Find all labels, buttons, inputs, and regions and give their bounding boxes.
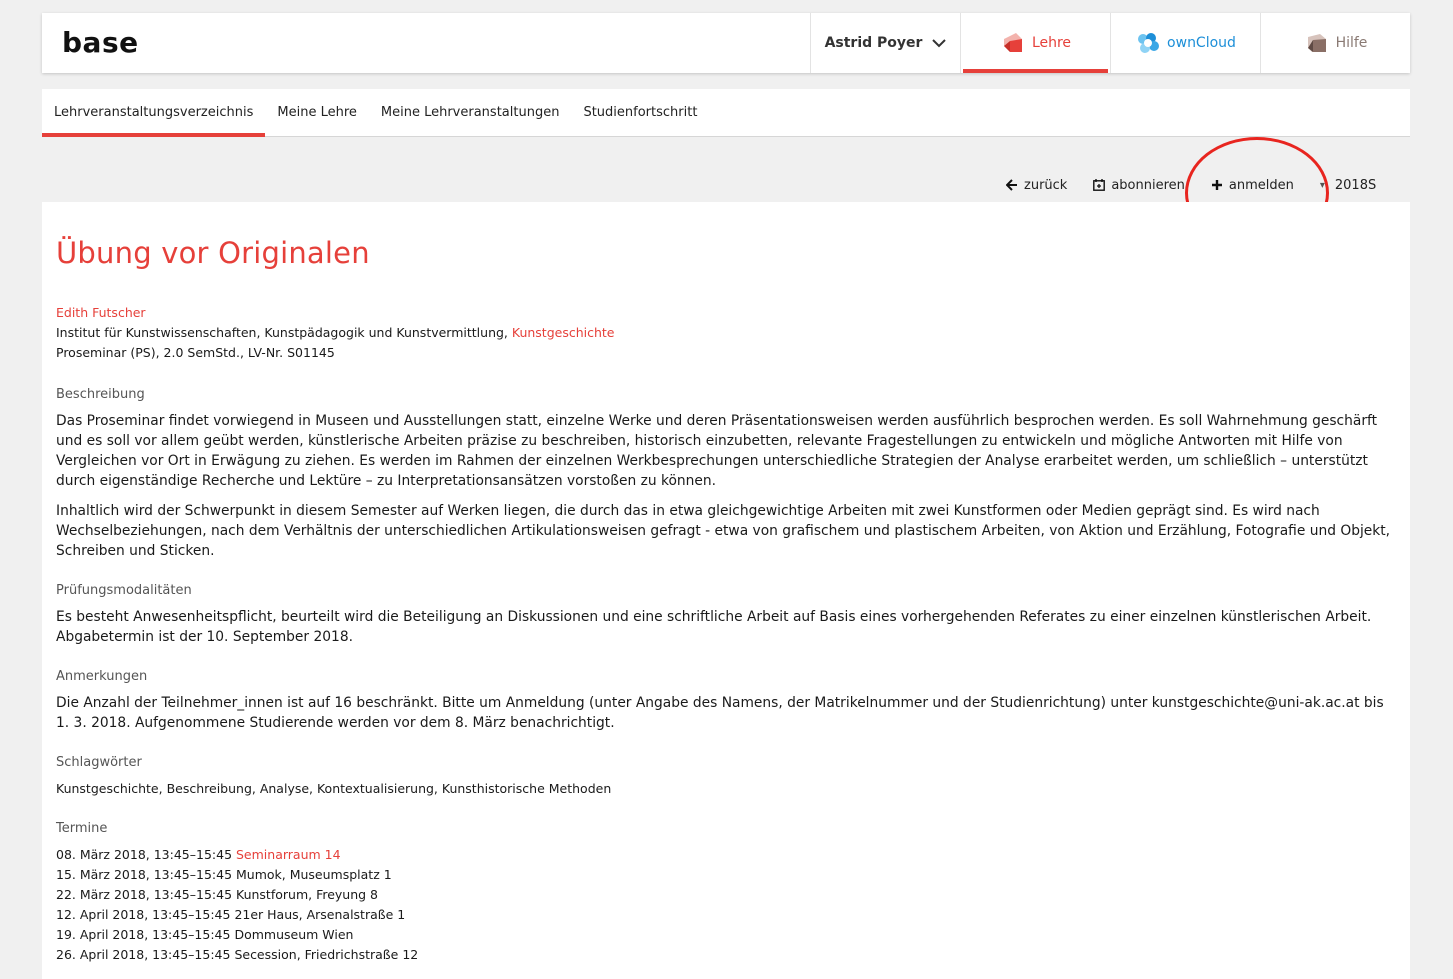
description-heading: Beschreibung xyxy=(56,387,145,402)
semester-selector[interactable]: 2018S xyxy=(1335,178,1376,193)
lehre-icon xyxy=(1003,33,1022,52)
tab-meine-lehre[interactable]: Meine Lehre xyxy=(265,89,369,136)
tab-lehrveranstaltungsverzeichnis[interactable]: Lehrveranstaltungsverzeichnis xyxy=(42,89,266,137)
hilfe-app-link[interactable]: Hilfe xyxy=(1260,13,1410,73)
keywords-heading: Schlagwörter xyxy=(56,755,142,770)
institute-text: Institut für Kunstwissenschaften, Kunstp… xyxy=(56,325,512,340)
main-nav: Lehrveranstaltungsverzeichnis Meine Lehr… xyxy=(42,89,1410,137)
dates-list: 08. März 2018, 13:45–15:45 Seminarraum 1… xyxy=(56,845,1396,965)
hilfe-label: Hilfe xyxy=(1335,35,1368,51)
course-meta: Edith Futscher Institut für Kunstwissens… xyxy=(56,303,1396,363)
course-detail-card: Übung vor Originalen Edith Futscher Inst… xyxy=(42,202,1410,979)
date-row: 19. April 2018, 13:45–15:45 Dommuseum Wi… xyxy=(56,927,354,942)
chevron-down-icon xyxy=(932,39,947,48)
date-row: 08. März 2018, 13:45–15:45 Seminarraum 1… xyxy=(56,847,341,862)
description-paragraph-1: Das Proseminar findet vorwiegend in Muse… xyxy=(56,413,1378,489)
date-row: 15. März 2018, 13:45–15:45 Mumok, Museum… xyxy=(56,867,392,882)
dates-heading: Termine xyxy=(56,821,108,836)
subscribe-label: abonnieren xyxy=(1111,177,1185,193)
calendar-plus-icon xyxy=(1093,179,1106,191)
lehre-app-link[interactable]: Lehre xyxy=(960,13,1110,73)
department-link[interactable]: Kunstgeschichte xyxy=(512,325,615,340)
app-logo[interactable]: base xyxy=(42,13,810,73)
owncloud-app-link[interactable]: ownCloud xyxy=(1110,13,1260,73)
help-icon xyxy=(1307,34,1326,52)
user-menu[interactable]: Astrid Poyer xyxy=(810,13,960,73)
description-paragraph-2: Inhaltlich wird der Schwerpunkt in diese… xyxy=(56,503,1391,559)
back-label: zurück xyxy=(1024,177,1068,193)
lehre-label: Lehre xyxy=(1031,35,1072,51)
arrow-left-icon xyxy=(1006,179,1017,191)
exam-text: Es besteht Anwesenheitspflicht, beurteil… xyxy=(56,609,1372,645)
room-link[interactable]: Seminarraum 14 xyxy=(236,847,341,862)
notes-heading: Anmerkungen xyxy=(56,669,148,684)
notes-text: Die Anzahl der Teilnehmer_innen ist auf … xyxy=(56,695,1384,731)
owncloud-label: ownCloud xyxy=(1167,35,1236,51)
owncloud-icon xyxy=(1138,33,1160,53)
course-title: Übung vor Originalen xyxy=(56,236,370,270)
top-bar: base Astrid Poyer Lehre ownCloud Hilfe xyxy=(42,13,1410,73)
user-name: Astrid Poyer xyxy=(824,35,923,51)
tab-studienfortschritt[interactable]: Studienfortschritt xyxy=(571,89,709,136)
tab-meine-lehrveranstaltungen[interactable]: Meine Lehrveranstaltungen xyxy=(369,89,572,136)
date-row: 12. April 2018, 13:45–15:45 21er Haus, A… xyxy=(56,907,406,922)
keywords-text: Kunstgeschichte, Beschreibung, Analyse, … xyxy=(56,781,612,796)
date-row: 22. März 2018, 13:45–15:45 Kunstforum, F… xyxy=(56,887,379,902)
date-row: 26. April 2018, 13:45–15:45 Secession, F… xyxy=(56,947,419,962)
exam-heading: Prüfungsmodalitäten xyxy=(56,583,192,598)
back-button[interactable]: zurück xyxy=(1006,178,1067,193)
lecturer-link[interactable]: Edith Futscher xyxy=(56,305,146,320)
course-type-info: Proseminar (PS), 2.0 SemStd., LV-Nr. S01… xyxy=(56,345,335,360)
subscribe-button[interactable]: abonnieren xyxy=(1093,178,1185,193)
